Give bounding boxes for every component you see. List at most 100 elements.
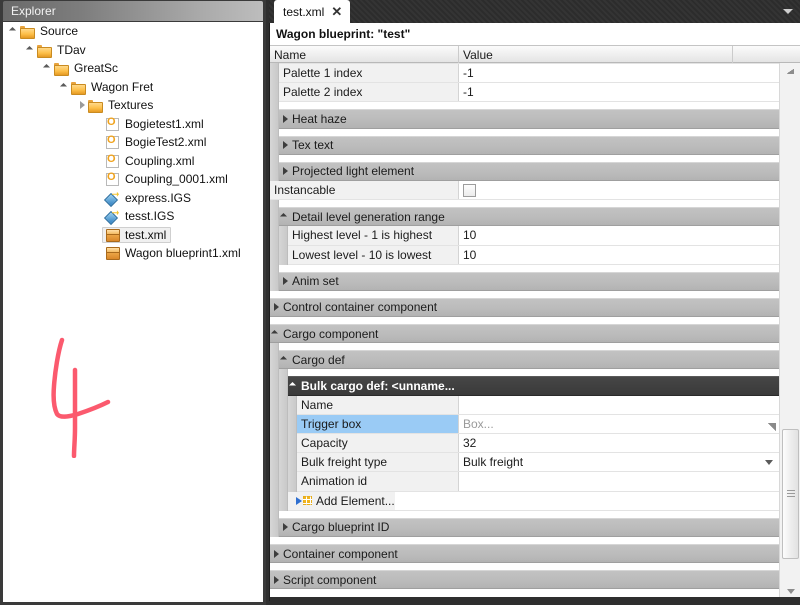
tree-item-content[interactable]: Textures <box>87 98 153 114</box>
twisty-collapsed-icon[interactable] <box>77 100 87 110</box>
property-row[interactable]: Bulk freight type Bulk freight <box>297 453 779 473</box>
twisty-collapsed-icon[interactable] <box>279 521 292 533</box>
twisty-expanded-icon[interactable] <box>9 26 19 36</box>
property-value-cell[interactable]: 10 <box>459 226 779 245</box>
tree-item[interactable]: Coupling.xml <box>3 152 263 171</box>
property-row[interactable]: Instancable <box>270 180 779 201</box>
tree-item-content[interactable]: BogieTest2.xml <box>104 134 206 150</box>
property-value-cell[interactable]: 32 <box>459 434 779 453</box>
twisty-collapsed-icon[interactable] <box>279 275 292 287</box>
twisty-collapsed-icon[interactable] <box>279 165 292 177</box>
twisty-collapsed-icon[interactable] <box>279 113 292 125</box>
property-group-header[interactable]: Control container component <box>270 297 779 318</box>
tree-item[interactable]: GreatSc <box>3 59 263 78</box>
property-group-header[interactable]: Script component <box>270 570 779 590</box>
tab-test-xml[interactable]: test.xml ✕ <box>274 0 351 23</box>
column-header-value[interactable]: Value <box>459 46 733 64</box>
property-row[interactable]: Palette 1 index -1 <box>279 64 779 84</box>
checkbox[interactable] <box>463 183 476 197</box>
property-row[interactable]: Highest level - 1 is highest 10 <box>288 226 779 246</box>
property-value-cell[interactable] <box>459 180 779 200</box>
property-row[interactable]: Animation id <box>297 472 779 492</box>
tree-item[interactable]: Textures <box>3 96 263 115</box>
tree-item[interactable]: TDav <box>3 41 263 60</box>
twisty-expanded-icon[interactable] <box>270 328 283 340</box>
property-value-cell[interactable]: -1 <box>459 64 779 83</box>
tree-item[interactable]: tesst.IGS <box>3 207 263 226</box>
add-element-row[interactable]: Add Element... <box>288 491 779 511</box>
explorer-tree[interactable]: Source TDav GreatSc Wagon Fret Textures Bogie… <box>3 22 263 602</box>
tree-item-content[interactable]: TDav <box>36 43 86 58</box>
tree-item-content[interactable]: Source <box>19 24 78 40</box>
twisty-expanded-icon[interactable] <box>26 45 36 55</box>
tree-item-content[interactable]: GreatSc <box>53 61 118 77</box>
tree-item-content[interactable]: Wagon Fret <box>70 80 153 95</box>
tree-item-content[interactable]: tesst.IGS <box>104 209 174 223</box>
tree-item[interactable]: Bogietest1.xml <box>3 115 263 134</box>
tree-item[interactable]: test.xml <box>3 226 263 245</box>
property-name-cell[interactable]: Name <box>297 395 459 414</box>
twisty-collapsed-icon[interactable] <box>270 548 283 560</box>
property-group-header[interactable]: Anim set <box>279 271 779 291</box>
property-name-cell[interactable]: Instancable <box>270 180 459 200</box>
play-triangle-icon[interactable] <box>296 496 302 505</box>
property-name-cell[interactable]: Capacity <box>297 434 459 453</box>
property-group-header[interactable]: Tex text <box>279 135 779 155</box>
property-group-header[interactable]: Cargo component <box>270 324 779 344</box>
property-name-cell[interactable]: Trigger box <box>297 414 459 433</box>
twisty-collapsed-icon[interactable] <box>270 301 283 313</box>
twisty-expanded-icon[interactable] <box>279 211 292 223</box>
vertical-scrollbar[interactable] <box>779 63 800 600</box>
property-row[interactable]: Lowest level - 10 is lowest 10 <box>288 245 779 265</box>
chevron-down-icon[interactable] <box>783 6 794 17</box>
property-name-cell[interactable]: Palette 2 index <box>279 83 459 102</box>
tree-item[interactable]: Wagon blueprint1.xml <box>3 244 263 263</box>
property-group-header[interactable]: Detail level generation range <box>279 207 779 227</box>
tree-item-content[interactable]: Wagon blueprint1.xml <box>104 246 241 261</box>
property-name-cell[interactable]: Animation id <box>297 472 459 491</box>
tree-item[interactable]: Source <box>3 22 263 41</box>
tree-item-content[interactable]: express.IGS <box>104 191 191 205</box>
property-group-header[interactable]: Heat haze <box>279 109 779 129</box>
property-group-header[interactable]: Container component <box>270 543 779 564</box>
tree-item[interactable]: express.IGS <box>3 189 263 208</box>
tree-item-content[interactable]: Coupling.xml <box>104 153 194 168</box>
close-icon[interactable]: ✕ <box>331 5 342 18</box>
chevron-down-icon[interactable] <box>765 460 773 466</box>
property-row[interactable]: Trigger box Box... <box>297 414 779 434</box>
property-value-cell[interactable]: 10 <box>459 245 779 264</box>
tree-item[interactable]: Coupling_0001.xml <box>3 170 263 189</box>
property-name-cell[interactable]: Palette 1 index <box>279 64 459 83</box>
tree-item[interactable]: BogieTest2.xml <box>3 133 263 152</box>
property-group-header[interactable]: Bulk cargo def: <unname... <box>288 376 779 396</box>
property-value-cell[interactable] <box>459 472 779 491</box>
property-value-cell[interactable]: Bulk freight <box>459 453 779 472</box>
property-name-cell[interactable]: Lowest level - 10 is lowest <box>288 245 459 264</box>
property-value-cell[interactable]: Box... <box>459 414 779 433</box>
twisty-expanded-icon[interactable] <box>60 82 70 92</box>
twisty-collapsed-icon[interactable] <box>270 574 283 586</box>
tree-item-content[interactable]: Bogietest1.xml <box>104 116 204 131</box>
scroll-up-arrow-icon[interactable] <box>781 63 800 80</box>
property-row[interactable]: Palette 2 index -1 <box>279 83 779 103</box>
property-group-header[interactable]: Projected light element <box>279 161 779 181</box>
property-name-cell[interactable]: Bulk freight type <box>297 453 459 472</box>
tree-item-selected[interactable]: test.xml <box>102 226 172 243</box>
property-value-cell[interactable]: -1 <box>459 83 779 102</box>
property-group-header[interactable]: Cargo def <box>279 350 779 370</box>
expand-editor-icon[interactable] <box>768 423 776 431</box>
twisty-collapsed-icon[interactable] <box>279 139 292 151</box>
property-name-cell[interactable]: Highest level - 1 is highest <box>288 226 459 245</box>
twisty-expanded-icon[interactable] <box>43 63 53 73</box>
property-value-cell[interactable] <box>459 395 779 414</box>
scrollbar-thumb[interactable] <box>782 429 799 559</box>
property-grid[interactable]: Palette 0 index-1Palette 1 index-1Palett… <box>270 63 800 600</box>
twisty-expanded-icon[interactable] <box>279 354 292 366</box>
property-row[interactable]: Capacity 32 <box>297 434 779 454</box>
tree-item[interactable]: Wagon Fret <box>3 78 263 97</box>
property-group-header[interactable]: Cargo blueprint ID <box>279 517 779 537</box>
column-header-name[interactable]: Name <box>270 46 459 64</box>
property-row[interactable]: Name <box>297 395 779 415</box>
twisty-expanded-icon[interactable] <box>288 380 301 392</box>
tree-item-content[interactable]: Coupling_0001.xml <box>104 171 228 187</box>
